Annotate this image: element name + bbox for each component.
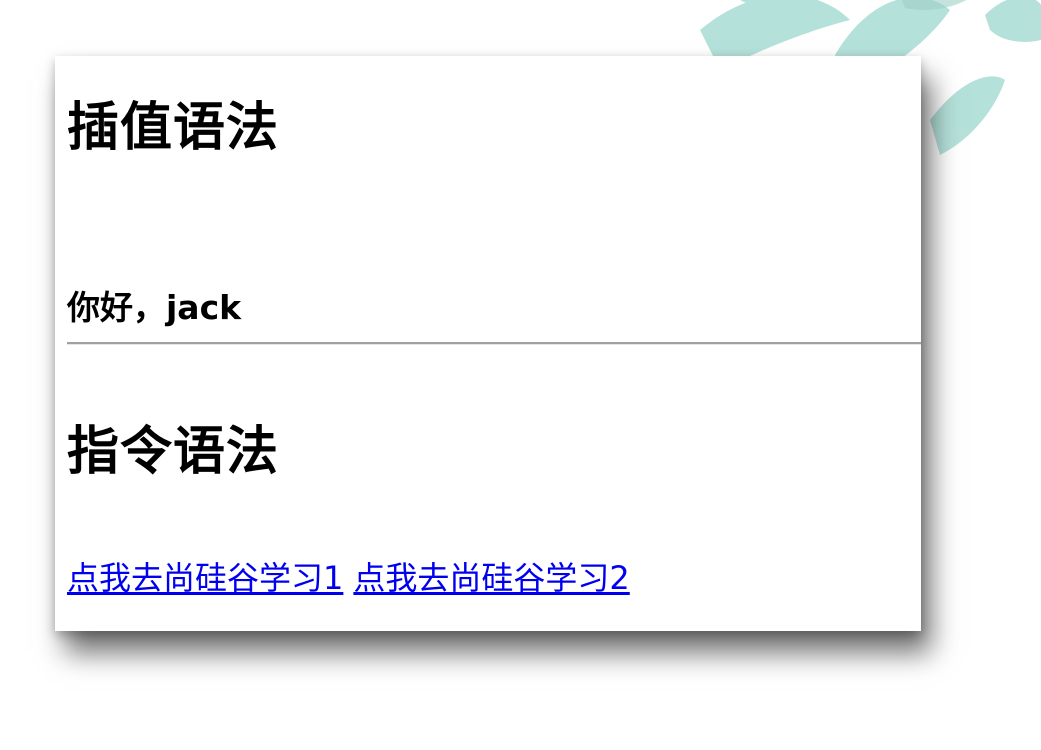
browser-content-card: 插值语法 你好，jack 指令语法 点我去尚硅谷学习1 点我去尚硅谷学习2 [55,56,921,631]
link-learn-2[interactable]: 点我去尚硅谷学习2 [353,559,629,597]
section-divider [67,342,921,345]
screenshot-stage: 插值语法 你好，jack 指令语法 点我去尚硅谷学习1 点我去尚硅谷学习2 [0,0,1041,750]
link-learn-1[interactable]: 点我去尚硅谷学习1 [67,559,343,597]
heading-directive: 指令语法 [67,422,280,482]
link-row: 点我去尚硅谷学习1 点我去尚硅谷学习2 [67,556,630,600]
heading-interpolation: 插值语法 [67,98,280,158]
greeting-text: 你好，jack [67,288,242,327]
